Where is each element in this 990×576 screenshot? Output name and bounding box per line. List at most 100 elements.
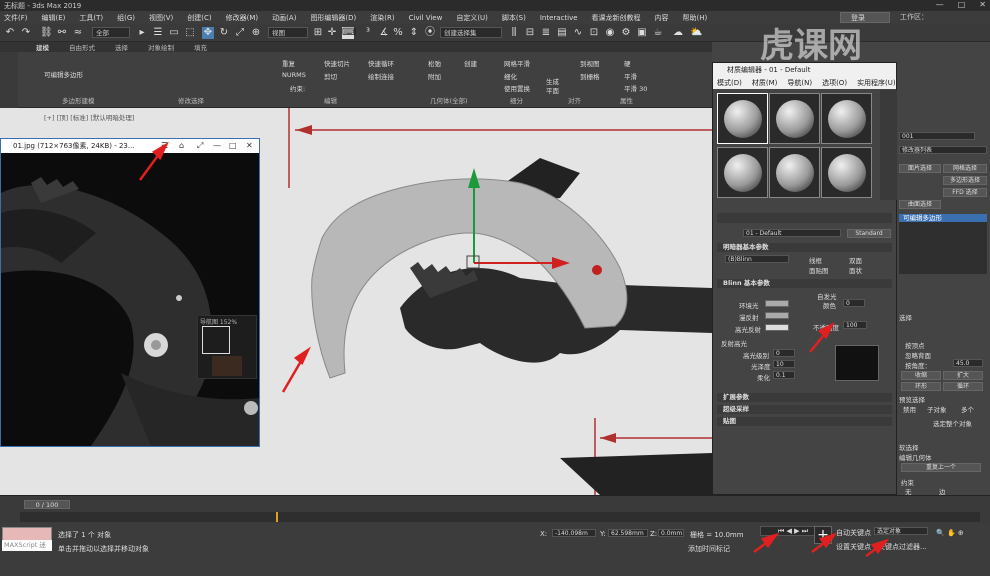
material-slot-1[interactable] bbox=[717, 93, 768, 144]
keyboard-shortcut-icon[interactable]: ⌨ bbox=[342, 27, 356, 39]
repeat-last-button[interactable]: 重复上一个 bbox=[901, 463, 981, 472]
ref-coord-dropdown[interactable]: 视图 bbox=[268, 27, 308, 38]
menu-customize[interactable]: 自定义(U) bbox=[456, 13, 488, 23]
soften-value[interactable]: 0.1 bbox=[773, 371, 795, 379]
menu-create[interactable]: 创建(C) bbox=[187, 13, 211, 23]
minimize-icon[interactable]: — bbox=[936, 0, 944, 9]
menu-graph-editors[interactable]: 图形编辑器(D) bbox=[310, 13, 356, 23]
menu-civil-view[interactable]: Civil View bbox=[409, 14, 443, 22]
menu-edit[interactable]: 编辑(E) bbox=[42, 13, 66, 23]
percent-snap-icon[interactable]: % bbox=[392, 27, 404, 39]
select-object-icon[interactable]: ▸ bbox=[136, 27, 148, 39]
mat-menu-options[interactable]: 选项(O) bbox=[822, 77, 847, 89]
to-view-button[interactable]: 到视图 bbox=[580, 58, 600, 68]
maxscript-input[interactable]: MAXScript 迷 bbox=[2, 540, 52, 551]
material-slot-6[interactable] bbox=[821, 147, 872, 198]
tessellate-button[interactable]: 细化 bbox=[504, 71, 517, 81]
unlink-icon[interactable]: ⚯ bbox=[56, 27, 68, 39]
link-icon[interactable]: ⛓ bbox=[40, 27, 53, 39]
self-illum-value[interactable]: 0 bbox=[843, 299, 865, 307]
material-name-field[interactable]: 01 - Default bbox=[743, 229, 841, 237]
auto-key-button[interactable]: 自动关键点 bbox=[836, 528, 871, 538]
angle-snap-icon[interactable]: ∡ bbox=[378, 27, 390, 39]
maximize-icon[interactable]: □ bbox=[958, 0, 966, 9]
menu-file[interactable]: 文件(F) bbox=[4, 13, 28, 23]
diffuse-swatch[interactable] bbox=[765, 312, 789, 319]
menu-scripting[interactable]: 脚本(S) bbox=[502, 13, 526, 23]
navigator-viewport-box[interactable] bbox=[202, 326, 230, 354]
rect-select-icon[interactable]: ▭ bbox=[168, 27, 180, 39]
group-align[interactable]: 对齐 bbox=[568, 95, 581, 105]
repeat-button[interactable]: 重复 bbox=[282, 58, 295, 68]
select-by-name-icon[interactable]: ☰ bbox=[152, 27, 164, 39]
shader-dropdown[interactable]: (B)Blinn bbox=[725, 255, 789, 263]
smooth30-button[interactable]: 平滑 30 bbox=[624, 83, 647, 93]
loop-button[interactable]: 循环 bbox=[943, 382, 983, 391]
undo-icon[interactable]: ↶ bbox=[4, 27, 16, 39]
edit-named-sel-icon[interactable]: ⦿ bbox=[424, 27, 436, 39]
layer-explorer-icon[interactable]: ≣ bbox=[540, 27, 552, 39]
group-edit[interactable]: 编辑 bbox=[324, 95, 337, 105]
named-selection-dropdown[interactable]: 创建选择集 bbox=[440, 27, 502, 38]
quick-slice-button[interactable]: 快速切片 bbox=[324, 58, 350, 68]
angle-value[interactable]: 45.0 bbox=[953, 359, 983, 367]
curve-editor-icon[interactable]: ∿ bbox=[572, 27, 584, 39]
select-manipulate-icon[interactable]: ✛ bbox=[326, 27, 338, 39]
poly-select-button[interactable]: 多边形选择 bbox=[943, 176, 987, 185]
z-coord-field[interactable]: 0.0mm bbox=[658, 529, 684, 537]
set-key-button[interactable]: 设置关键点 bbox=[836, 542, 871, 552]
face-map-checkbox[interactable]: 面贴图 bbox=[809, 265, 829, 275]
ffd-select-button[interactable]: FFD 选择 bbox=[943, 188, 987, 197]
patch-select-button[interactable]: 面片选择 bbox=[899, 164, 941, 173]
y-coord-field[interactable]: 62.598mm bbox=[608, 529, 648, 537]
group-modify-selection[interactable]: 修改选择 bbox=[178, 95, 204, 105]
group-geometry[interactable]: 几何体(全部) bbox=[430, 95, 468, 105]
key-filters-button[interactable]: 关键点过滤器... bbox=[878, 542, 927, 552]
redo-icon[interactable]: ↷ bbox=[20, 27, 32, 39]
opacity-value[interactable]: 100 bbox=[843, 321, 867, 329]
disable-radio[interactable]: 禁用 bbox=[903, 404, 916, 414]
selection-filter-dropdown[interactable]: 全部 bbox=[92, 27, 130, 38]
mat-menu-material[interactable]: 材质(M) bbox=[752, 77, 778, 89]
smooth-button[interactable]: 平滑 bbox=[624, 71, 637, 81]
edit-geometry-rollout[interactable]: 编辑几何体 bbox=[899, 452, 932, 462]
surface-select-button[interactable]: 曲面选择 bbox=[899, 200, 941, 209]
window-crossing-icon[interactable]: ⬚ bbox=[184, 27, 196, 39]
stack-item-editable-poly[interactable]: 可编辑多边形 bbox=[899, 214, 987, 222]
mirror-icon[interactable]: ⫼ bbox=[508, 27, 520, 39]
pin-icon[interactable]: ⌂ bbox=[179, 139, 184, 153]
multi-radio[interactable]: 多个 bbox=[961, 404, 974, 414]
x-coord-field[interactable]: -140.098m bbox=[552, 529, 596, 537]
menu-views[interactable]: 视图(V) bbox=[149, 13, 173, 23]
meshsmooth-button[interactable]: 网格平滑 bbox=[504, 58, 530, 68]
fullscreen-icon[interactable]: ⤢ bbox=[197, 139, 203, 153]
relax-button[interactable]: 松弛 bbox=[428, 58, 441, 68]
soft-selection-rollout[interactable]: 软选择 bbox=[899, 442, 919, 452]
group-subdivision[interactable]: 细分 bbox=[510, 95, 523, 105]
navigator-panel[interactable]: 导航图 152% bbox=[197, 315, 257, 379]
mat-menu-navigation[interactable]: 导航(N) bbox=[787, 77, 812, 89]
menu-group[interactable]: 组(G) bbox=[117, 13, 135, 23]
tab-populate[interactable]: 填充 bbox=[194, 42, 207, 52]
attach-button[interactable]: 附加 bbox=[428, 71, 441, 81]
nurms-button[interactable]: NURMS bbox=[282, 71, 306, 79]
use-displacement-button[interactable]: 使用置换 bbox=[504, 83, 530, 93]
cut-button[interactable]: 剪切 bbox=[324, 71, 337, 81]
bind-spacewarp-icon[interactable]: ≈ bbox=[72, 27, 84, 39]
minimize-icon[interactable]: — bbox=[213, 139, 221, 153]
paint-connect-button[interactable]: 绘制连接 bbox=[368, 71, 394, 81]
toggle-ribbon-icon[interactable]: ▤ bbox=[556, 27, 568, 39]
faceted-checkbox[interactable]: 面状 bbox=[849, 265, 862, 275]
select-place-icon[interactable]: ⊕ bbox=[250, 27, 262, 39]
tab-selection[interactable]: 选择 bbox=[115, 42, 128, 52]
material-slot-3[interactable] bbox=[821, 93, 872, 144]
menu-icon[interactable]: ☰ bbox=[161, 139, 168, 153]
render-production-icon[interactable]: ☕ bbox=[652, 27, 664, 39]
maximize-icon[interactable]: □ bbox=[229, 139, 237, 153]
menu-modifiers[interactable]: 修改器(M) bbox=[226, 13, 259, 23]
material-type-button[interactable]: Standard bbox=[847, 229, 891, 238]
align-icon[interactable]: ⊟ bbox=[524, 27, 536, 39]
spinner-snap-icon[interactable]: ⇕ bbox=[408, 27, 420, 39]
menu-content[interactable]: 内容 bbox=[655, 13, 669, 23]
swift-loop-button[interactable]: 快速循环 bbox=[368, 58, 394, 68]
